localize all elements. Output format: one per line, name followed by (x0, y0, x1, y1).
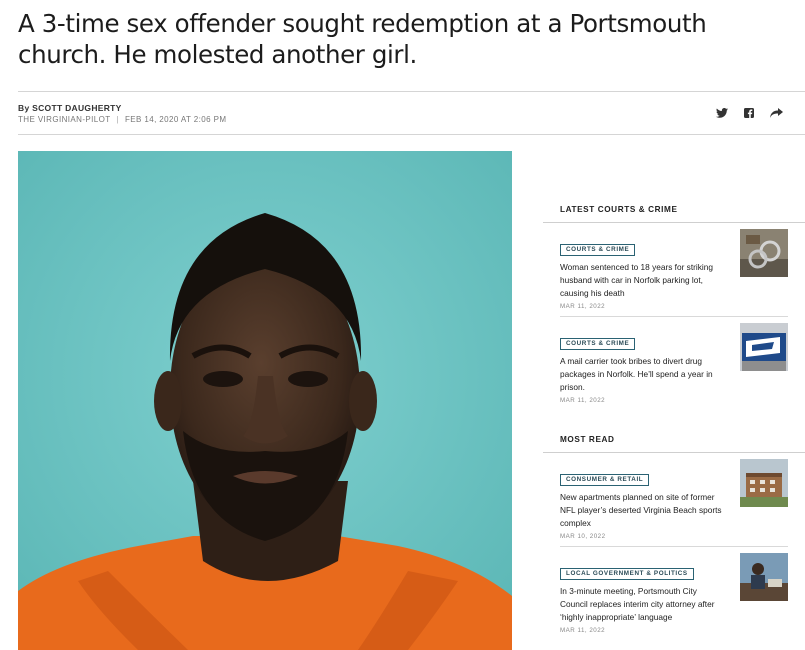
story-title[interactable]: In 3-minute meeting, Portsmouth City Cou… (560, 585, 725, 624)
list-item[interactable]: CONSUMER & RETAIL New apartments planned… (560, 453, 788, 546)
byline: By SCOTT DAUGHERTY THE VIRGINIAN-PILOT | F… (18, 103, 226, 124)
sidebar: LATEST COURTS & CRIME COURTS & CRIME Wom… (543, 150, 805, 639)
list-item[interactable]: COURTS & CRIME A mail carrier took bribe… (560, 316, 788, 409)
share-toolbar (715, 106, 783, 120)
byline-meta: THE VIRGINIAN-PILOT | FEB 14, 2020 AT 2:06… (18, 115, 226, 124)
story-title[interactable]: A mail carrier took bribes to divert dru… (560, 355, 725, 394)
story-title[interactable]: New apartments planned on site of former… (560, 491, 725, 530)
story-date: MAR 11, 2022 (560, 303, 606, 310)
story-thumbnail[interactable] (740, 229, 788, 277)
story-thumbnail[interactable] (740, 323, 788, 371)
category-tag[interactable]: COURTS & CRIME (560, 338, 636, 350)
meta-separator: | (116, 115, 119, 124)
story-thumbnail[interactable] (740, 553, 788, 601)
story-thumbnail[interactable] (740, 459, 788, 507)
category-tag[interactable]: CONSUMER & RETAIL (560, 474, 650, 486)
facebook-icon[interactable] (742, 106, 756, 120)
section-title-most-read[interactable]: MOST READ (543, 433, 805, 447)
story-date: MAR 11, 2022 (560, 397, 606, 404)
category-tag[interactable]: COURTS & CRIME (560, 244, 636, 256)
author-name[interactable]: By SCOTT DAUGHERTY (18, 103, 226, 113)
story-date: MAR 10, 2022 (560, 533, 606, 540)
publish-date: FEB 14, 2020 AT 2:06 PM (124, 115, 227, 124)
publication-name: THE VIRGINIAN-PILOT (18, 115, 111, 124)
story-title[interactable]: Woman sentenced to 18 years for striking… (560, 261, 725, 300)
twitter-icon[interactable] (715, 106, 729, 120)
mugshot-photo (18, 151, 512, 650)
section-title-latest[interactable]: LATEST COURTS & CRIME (543, 203, 805, 217)
divider (18, 91, 805, 92)
list-item[interactable]: LOCAL GOVERNMENT & POLITICS In 3-minute … (560, 546, 788, 639)
category-tag[interactable]: LOCAL GOVERNMENT & POLITICS (560, 568, 694, 580)
share-arrow-icon[interactable] (769, 106, 783, 120)
article-headline: A 3-time sex offender sought redemption … (18, 9, 707, 69)
list-item[interactable]: COURTS & CRIME Woman sentenced to 18 yea… (560, 223, 788, 316)
divider (18, 134, 805, 135)
story-date: MAR 11, 2022 (560, 627, 606, 634)
